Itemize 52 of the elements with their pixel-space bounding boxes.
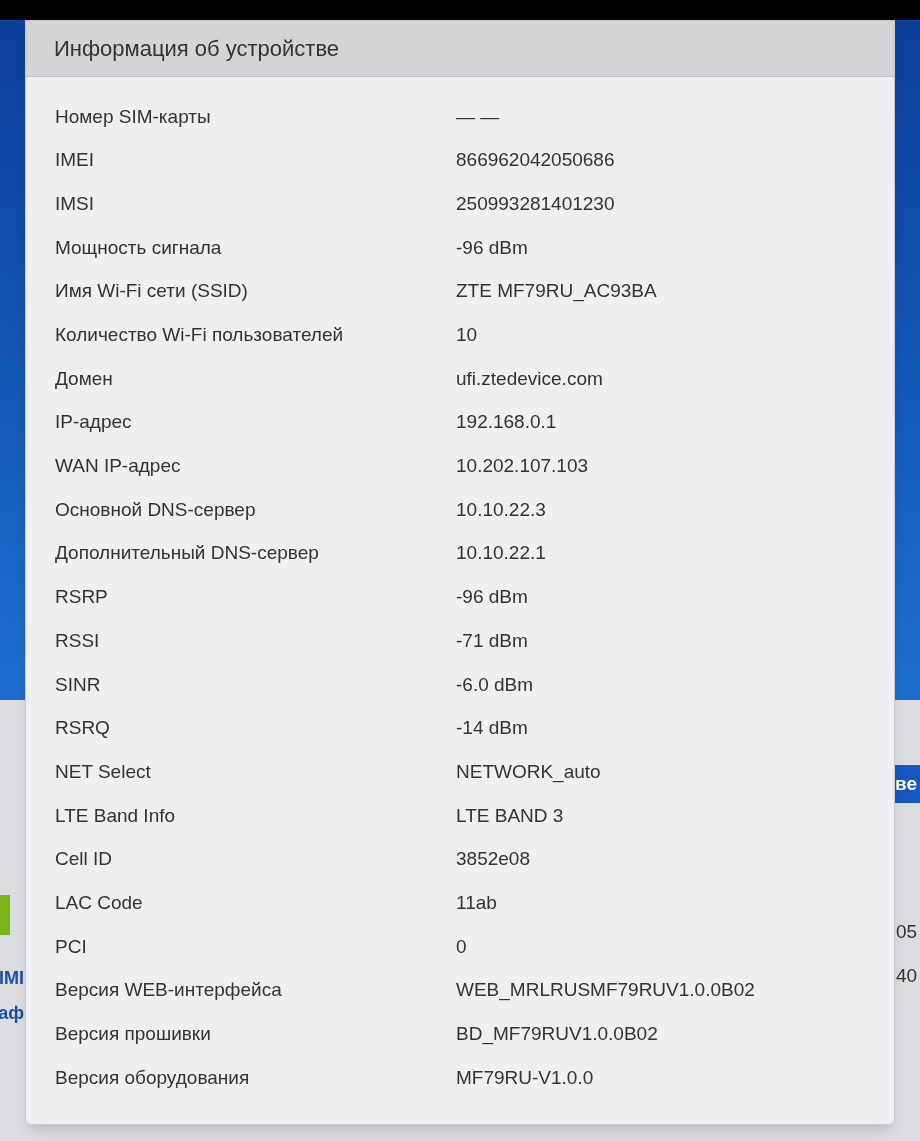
info-label: WAN IP-адрес — [54, 454, 182, 479]
info-label: Cell ID — [54, 847, 113, 872]
info-value: -14 dBm — [456, 716, 528, 741]
info-label: Версия оборудования — [54, 1065, 251, 1090]
info-value: 0 — [456, 934, 467, 959]
info-label: Домен — [54, 366, 114, 391]
info-value: MF79RU-V1.0.0 — [456, 1065, 594, 1090]
info-value: 10.10.22.1 — [456, 541, 546, 566]
info-value: 192.168.0.1 — [456, 410, 557, 435]
button[interactable]: ве — [893, 765, 920, 803]
info-label: Основной DNS-сервер — [54, 497, 257, 522]
info-value: WEB_MRLRUSMF79RUV1.0.0B02 — [456, 978, 755, 1003]
info-label: RSSI — [54, 628, 101, 653]
background-text: 05 — [896, 920, 918, 944]
info-label: Номер SIM-карты — [54, 104, 212, 129]
info-label: Дополнительный DNS-сервер — [54, 541, 320, 566]
info-label: Имя Wi-Fi сети (SSID) — [54, 279, 249, 304]
info-value: -71 dBm — [456, 628, 528, 653]
info-value: 10.202.107.103 — [456, 454, 589, 479]
info-label: Версия прошивки — [54, 1022, 212, 1047]
info-value: -96 dBm — [456, 235, 528, 260]
info-label: LAC Code — [54, 890, 144, 915]
info-label: LTE Band Info — [54, 803, 177, 828]
info-value: 10 — [456, 323, 478, 348]
info-label: Версия WEB-интерфейса — [54, 978, 283, 1003]
info-value: -6.0 dBm — [456, 672, 534, 697]
info-label: RSRQ — [54, 716, 111, 741]
info-label: NET Select — [54, 759, 152, 784]
info-label: SINR — [54, 672, 102, 697]
info-label: IMSI — [54, 191, 96, 216]
info-value: ZTE MF79RU_AC93BA — [456, 279, 657, 304]
info-value: 10.10.22.3 — [456, 497, 546, 522]
info-label: IMEI — [54, 148, 96, 173]
info-value: 250993281401230 — [456, 191, 615, 216]
background-text: 40 — [896, 964, 918, 988]
info-label: IP-адрес — [54, 410, 133, 435]
info-value: ufi.ztedevice.com — [456, 366, 603, 391]
dialog-title: Информация об устройстве — [54, 35, 340, 63]
info-label: RSRP — [54, 585, 109, 610]
info-value: NETWORK_auto — [456, 759, 601, 785]
info-value: 3852e08 — [456, 847, 530, 872]
info-label: Количество Wi-Fi пользователей — [54, 323, 345, 348]
info-value: 866962042050686 — [456, 148, 615, 173]
info-value: LTE BAND 3 — [456, 803, 564, 828]
info-label: Мощность сигнала — [54, 235, 223, 260]
info-value: 11ab — [456, 890, 497, 915]
status-bar-indicator — [0, 895, 10, 935]
background-text: IMI — [0, 967, 24, 990]
info-label: PCI — [54, 934, 88, 959]
info-value: -96 dBm — [456, 585, 528, 610]
info-value: BD_MF79RUV1.0.0B02 — [456, 1022, 658, 1047]
info-value: — — — [456, 104, 500, 129]
